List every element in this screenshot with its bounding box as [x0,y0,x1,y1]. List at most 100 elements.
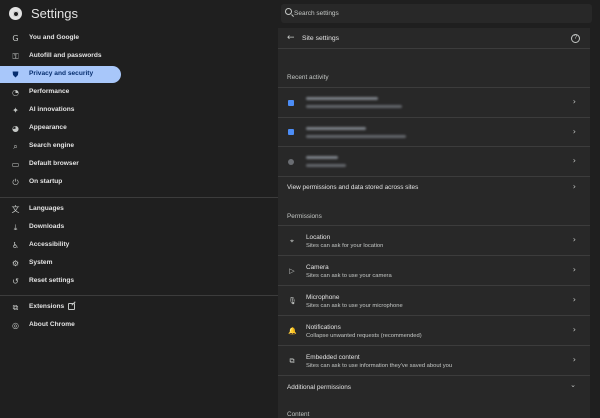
sidebar-item-label: On startup [29,178,63,185]
wrench-icon: ⚙ [11,259,20,268]
sidebar-item-label: Languages [29,205,64,212]
additional-permissions-row[interactable]: Additional permissions ⌄ [278,375,590,397]
sidebar-item-label: System [29,259,53,266]
top-bar: Settings [0,0,600,28]
chevron-right-icon: › [572,97,576,106]
site-favicon-icon [288,129,294,135]
permission-title: Location [306,234,331,241]
permission-row-embedded-content[interactable]: ⧉ Embedded content Sites can ask to use … [278,345,590,375]
site-settings-panel: ← Site settings ? Recent activity › › › … [278,28,590,418]
recent-site-row[interactable]: › [278,146,590,176]
search-box[interactable] [281,4,592,23]
sidebar-item-label: You and Google [29,34,80,41]
google-icon: G [12,34,19,43]
camera-icon: ▷ [289,267,295,275]
sidebar-item-about-chrome[interactable]: ◎ About Chrome [0,317,121,334]
permission-row-notifications[interactable]: 🔔 Notifications Collapse unwanted reques… [278,315,590,345]
bell-icon: 🔔 [288,327,297,335]
permission-row-location[interactable]: ⌖ Location Sites can ask for your locati… [278,225,590,255]
search-input[interactable] [294,6,584,21]
redacted-site-detail [306,135,406,138]
help-icon[interactable]: ? [571,34,580,43]
permission-title: Embedded content [306,354,360,361]
recent-site-row[interactable]: › [278,117,590,146]
sidebar-item-ai-innovations[interactable]: ✦ AI innovations [0,102,121,119]
power-icon: ⏻ [12,178,19,187]
sidebar-item-downloads[interactable]: ⤓ Downloads [0,219,121,236]
reset-icon: ↺ [12,277,19,286]
permission-title: Notifications [306,324,341,331]
permissions-heading: Permissions [287,213,322,220]
sidebar-item-default-browser[interactable]: ▭ Default browser [0,156,121,173]
sidebar-item-autofill[interactable]: ⚿ Autofill and passwords [0,48,121,65]
chrome-icon: ◎ [12,321,19,330]
puzzle-icon: ⧉ [12,303,19,312]
search-icon: ⌕ [13,142,18,151]
back-arrow-icon[interactable]: ← [287,33,295,43]
location-pin-icon: ⌖ [290,237,294,245]
chevron-right-icon: › [572,265,576,274]
sidebar-item-system[interactable]: ⚙ System [0,255,121,272]
additional-permissions-label: Additional permissions [287,384,351,391]
search-icon [285,8,292,15]
recent-activity-heading: Recent activity [287,74,329,81]
sidebar-item-languages[interactable]: 文 Languages [0,201,121,218]
content-heading: Content [287,411,310,418]
sidebar-item-search-engine[interactable]: ⌕ Search engine [0,138,121,155]
sidebar-item-label: About Chrome [29,321,75,328]
sidebar-divider [0,295,278,296]
view-permissions-row[interactable]: View permissions and data stored across … [278,176,590,196]
page-title: Site settings [302,35,340,42]
chevron-down-icon: ⌄ [570,381,576,389]
sidebar-item-label: Accessibility [29,241,70,248]
sidebar-item-label: Search engine [29,142,75,149]
chevron-right-icon: › [572,127,576,136]
sidebar: G You and Google ⚿ Autofill and password… [0,28,278,418]
chevron-right-icon: › [572,325,576,334]
chevron-right-icon: › [572,156,576,165]
sidebar-item-performance[interactable]: ◔ Performance [0,84,121,101]
permission-row-microphone[interactable]: 🎙 Microphone Sites can ask to use your m… [278,285,590,315]
sidebar-item-label: Autofill and passwords [29,52,102,59]
sidebar-item-you-and-google[interactable]: G You and Google [0,30,121,47]
permission-subtitle: Sites can ask for your location [306,243,384,249]
sidebar-item-label: Default browser [29,160,79,167]
sidebar-item-label: Downloads [29,223,65,230]
sidebar-item-label: Appearance [29,124,67,131]
sidebar-item-label: Extensions [29,303,65,310]
permission-row-camera[interactable]: ▷ Camera Sites can ask to use your camer… [278,255,590,285]
chevron-right-icon: › [572,235,576,244]
external-link-icon [68,303,75,310]
redacted-site-detail [306,164,346,167]
key-icon: ⚿ [12,52,19,61]
sidebar-item-reset-settings[interactable]: ↺ Reset settings [0,273,121,290]
chevron-right-icon: › [572,355,576,364]
download-icon: ⤓ [13,223,18,232]
permission-subtitle: Sites can ask to use information they've… [306,363,453,369]
sidebar-item-accessibility[interactable]: ♿ Accessibility [0,237,121,254]
view-permissions-label: View permissions and data stored across … [287,184,419,191]
permission-title: Camera [306,264,329,271]
sidebar-item-extensions[interactable]: ⧉ Extensions [0,299,121,316]
sidebar-item-on-startup[interactable]: ⏻ On startup [0,174,121,191]
sidebar-item-label: Performance [29,88,70,95]
redacted-site-detail [306,105,402,108]
chrome-logo-icon [9,7,22,20]
sidebar-item-privacy-and-security[interactable]: ⛊ Privacy and security [0,66,121,83]
microphone-icon: 🎙 [288,297,297,305]
site-favicon-icon [288,159,294,165]
recent-site-row[interactable]: › [278,87,590,117]
permission-subtitle: Collapse unwanted requests (recommended) [306,333,422,339]
chevron-right-icon: › [572,295,576,304]
palette-icon: ◕ [12,124,19,133]
permission-title: Microphone [306,294,340,301]
redacted-site-name [306,97,378,100]
sidebar-item-appearance[interactable]: ◕ Appearance [0,120,121,137]
sidebar-item-label: AI innovations [29,106,75,113]
app-title: Settings [31,6,78,21]
redacted-site-name [306,156,338,159]
redacted-site-name [306,127,366,130]
speedometer-icon: ◔ [12,88,19,97]
chevron-right-icon: › [572,182,576,191]
sidebar-item-label: Privacy and security [29,70,94,77]
